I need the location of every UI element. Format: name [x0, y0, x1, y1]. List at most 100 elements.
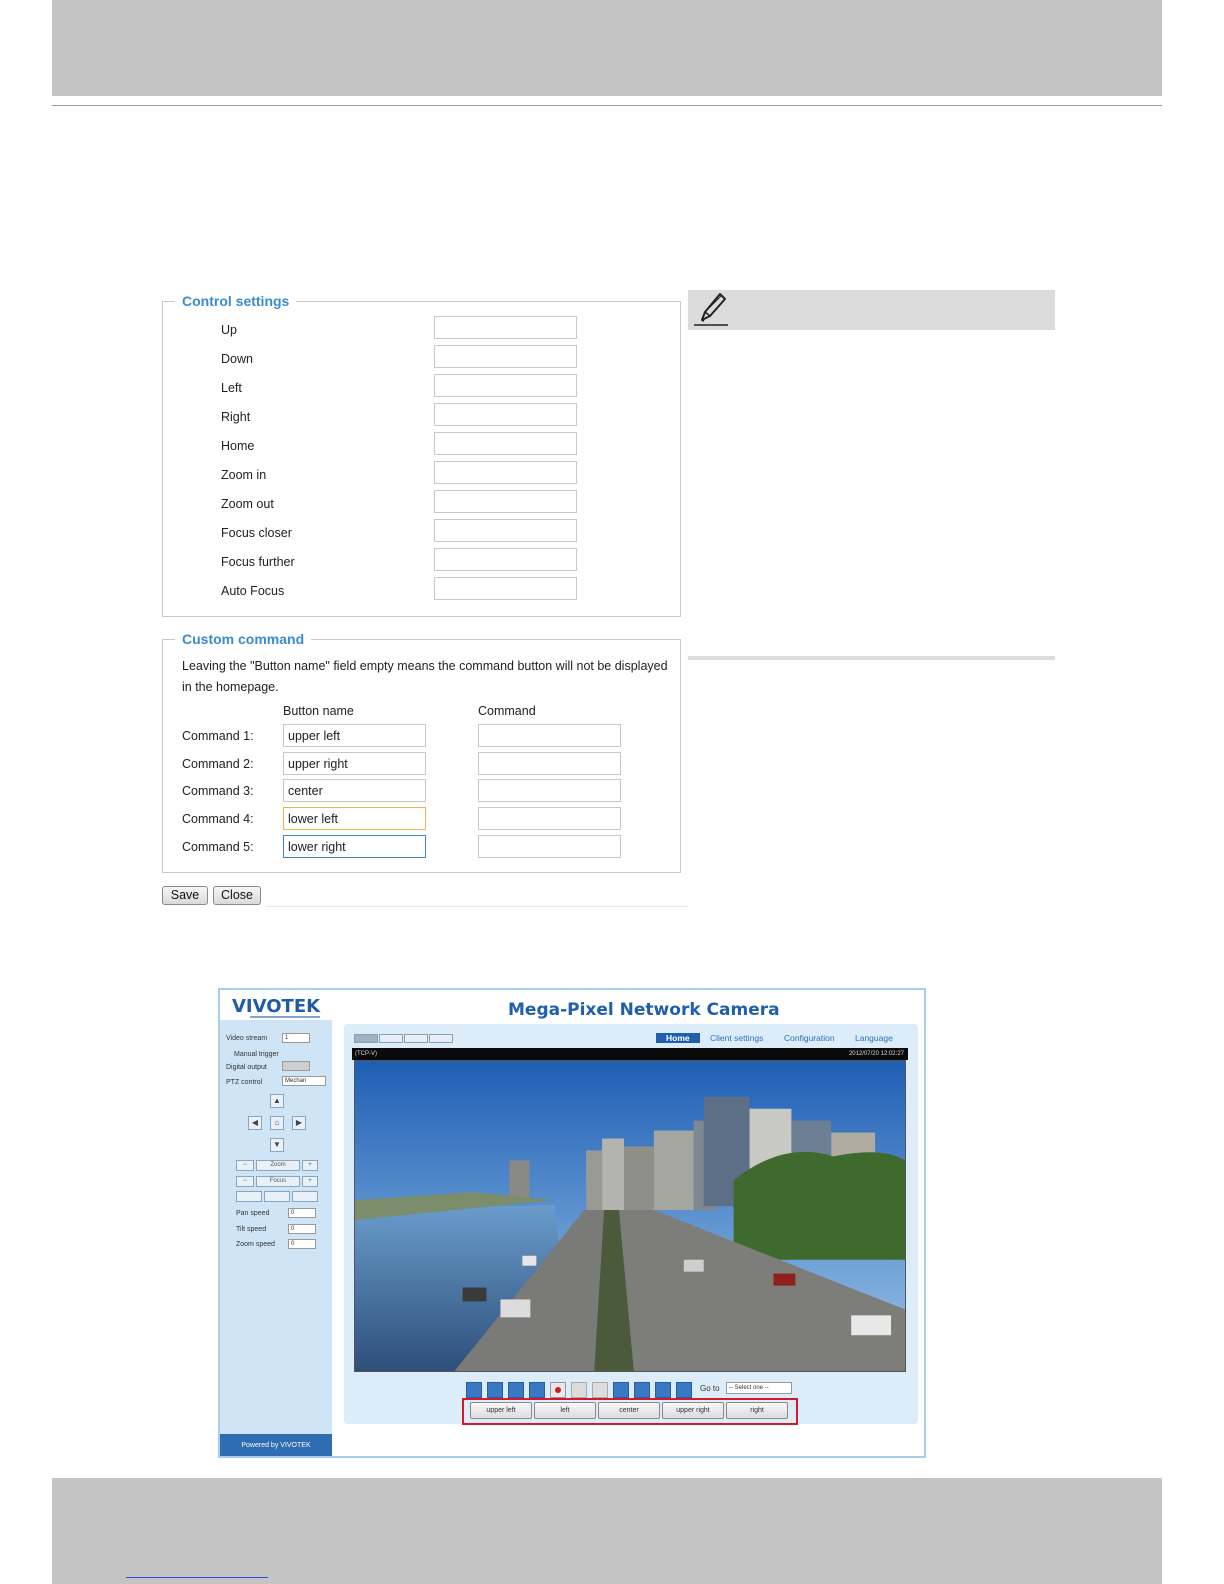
button-name-input-3[interactable]	[283, 779, 426, 802]
control-label-up: Up	[221, 323, 237, 337]
ptz-control-select[interactable]: Mechan	[282, 1076, 326, 1086]
control-label-auto-focus: Auto Focus	[221, 584, 285, 598]
footer-link[interactable]	[126, 1566, 268, 1578]
resolution-tab-2[interactable]	[379, 1034, 403, 1043]
control-label-home: Home	[221, 439, 255, 453]
window-icon[interactable]	[676, 1382, 692, 1398]
control-input-auto-focus[interactable]	[434, 577, 577, 600]
pan-speed-select[interactable]: 0	[288, 1208, 316, 1218]
ptz-down-button[interactable]: ▼	[270, 1138, 284, 1152]
control-label-zoom-in: Zoom in	[221, 468, 267, 482]
nav-home-link[interactable]: Home	[656, 1033, 700, 1043]
command-label-3: Command 3:	[182, 784, 254, 798]
button-name-input-1[interactable]	[283, 724, 426, 747]
column-header-command: Command	[478, 704, 536, 718]
digital-output-toggle[interactable]	[282, 1061, 310, 1071]
preset-button-3[interactable]	[292, 1191, 318, 1202]
command-input-4[interactable]	[478, 807, 621, 830]
button-name-input-5[interactable]	[283, 835, 426, 858]
zoom-speed-label: Zoom speed	[236, 1241, 275, 1248]
tilt-speed-select[interactable]: 0	[288, 1224, 316, 1234]
nav-configuration-link[interactable]: Configuration	[784, 1033, 835, 1043]
ptz-up-button[interactable]: ▲	[270, 1094, 284, 1108]
ptz-left-button[interactable]: ◀	[248, 1116, 262, 1130]
control-input-zoom-out[interactable]	[434, 490, 577, 513]
zoom-speed-select[interactable]: 0	[288, 1239, 316, 1249]
control-input-left[interactable]	[434, 374, 577, 397]
command-input-1[interactable]	[478, 724, 621, 747]
camera-command-button-2[interactable]: left	[534, 1402, 596, 1419]
control-input-right[interactable]	[434, 403, 577, 426]
volume-icon[interactable]	[571, 1382, 587, 1398]
header-band	[52, 0, 1162, 96]
microphone-icon[interactable]	[655, 1382, 671, 1398]
mute-icon[interactable]	[592, 1382, 608, 1398]
control-label-focus-closer: Focus closer	[221, 526, 292, 540]
ptz-control-label: PTZ control	[226, 1079, 263, 1086]
control-input-up[interactable]	[434, 316, 577, 339]
control-input-zoom-in[interactable]	[434, 461, 577, 484]
command-label-4: Command 4:	[182, 812, 254, 826]
nav-client-settings-link[interactable]: Client settings	[710, 1033, 763, 1043]
note-header	[688, 290, 1055, 330]
zoom-label: Zoom	[256, 1160, 300, 1171]
custom-command-legend: Custom command	[175, 631, 312, 647]
control-label-down: Down	[221, 352, 253, 366]
command-input-3[interactable]	[478, 779, 621, 802]
control-input-down[interactable]	[434, 345, 577, 368]
control-input-home[interactable]	[434, 432, 577, 455]
zoom-out-button[interactable]: −	[236, 1160, 254, 1171]
button-name-input-2[interactable]	[283, 752, 426, 775]
manual-trigger-label[interactable]: Manual trigger	[234, 1050, 279, 1059]
preset-button-2[interactable]	[264, 1191, 290, 1202]
snapshot-icon[interactable]	[466, 1382, 482, 1398]
column-header-button-name: Button name	[283, 704, 354, 718]
control-label-focus-further: Focus further	[221, 555, 295, 569]
focus-label: Focus	[256, 1176, 300, 1187]
control-label-right: Right	[221, 410, 251, 424]
button-name-input-4[interactable]	[283, 807, 426, 830]
goto-label: Go to	[700, 1384, 720, 1393]
digital-output-label: Digital output	[226, 1064, 267, 1071]
record-dot-icon	[555, 1387, 561, 1393]
logo-underline	[250, 1016, 320, 1018]
live-video-view	[354, 1060, 906, 1372]
command-label-2: Command 2:	[182, 757, 254, 771]
record-icon[interactable]	[550, 1382, 566, 1398]
vivotek-logo: VIVOTEK	[232, 996, 321, 1017]
ptz-home-button[interactable]: ⌂	[270, 1116, 284, 1130]
focus-near-button[interactable]: −	[236, 1176, 254, 1187]
control-input-focus-closer[interactable]	[434, 519, 577, 542]
video-timestamp: 2012/07/20 12:02:27	[848, 1051, 904, 1057]
control-input-focus-further[interactable]	[434, 548, 577, 571]
resolution-tab-4[interactable]	[429, 1034, 453, 1043]
nav-language-link[interactable]: Language	[855, 1033, 893, 1043]
resolution-tab-1[interactable]	[354, 1034, 378, 1043]
command-input-5[interactable]	[478, 835, 621, 858]
ptz-right-button[interactable]: ▶	[292, 1116, 306, 1130]
video-stream-select[interactable]: 1	[282, 1033, 310, 1043]
focus-far-button[interactable]: +	[302, 1176, 318, 1187]
zoom-in-button[interactable]: +	[302, 1160, 318, 1171]
resolution-tab-3[interactable]	[404, 1034, 428, 1043]
camera-homepage-screenshot: VIVOTEK Mega-Pixel Network Camera Video …	[218, 988, 926, 1458]
camera-command-button-4[interactable]: upper right	[662, 1402, 724, 1419]
pause-icon[interactable]	[508, 1382, 524, 1398]
goto-select[interactable]: -- Select one --	[726, 1382, 792, 1394]
stop-icon[interactable]	[529, 1382, 545, 1398]
digital-zoom-icon[interactable]	[487, 1382, 503, 1398]
camera-command-button-1[interactable]: upper left	[470, 1402, 532, 1419]
save-button[interactable]: Save	[162, 886, 208, 905]
camera-command-button-5[interactable]: right	[726, 1402, 788, 1419]
note-footer-rule	[688, 656, 1055, 660]
close-button[interactable]: Close	[213, 886, 261, 905]
tilt-speed-label: Tilt speed	[236, 1226, 267, 1233]
fullscreen-icon[interactable]	[634, 1382, 650, 1398]
control-label-left: Left	[221, 381, 242, 395]
pan-speed-label: Pan speed	[236, 1210, 270, 1217]
talk-icon[interactable]	[613, 1382, 629, 1398]
preset-button-1[interactable]	[236, 1191, 262, 1202]
camera-command-button-3[interactable]: center	[598, 1402, 660, 1419]
control-settings-legend: Control settings	[175, 293, 297, 309]
command-input-2[interactable]	[478, 752, 621, 775]
